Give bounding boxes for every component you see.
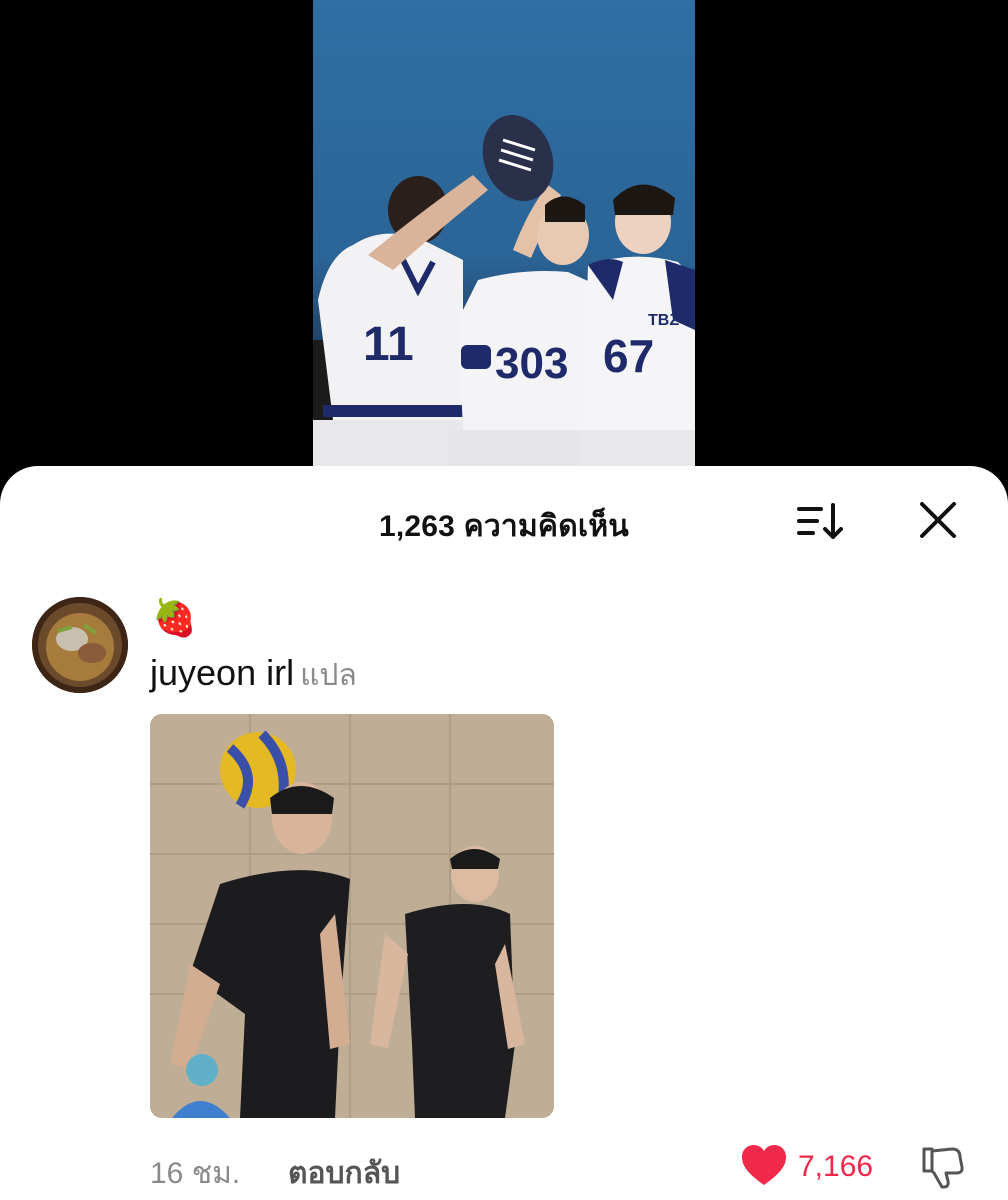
jersey-number-left: 11 [363, 318, 414, 371]
comments-count-title: 1,263 ความคิดเห็น [378, 510, 630, 543]
comment-user-line: juyeon irl แปล [150, 651, 357, 698]
close-icon[interactable] [916, 498, 960, 542]
heart-icon[interactable] [740, 1143, 788, 1189]
comment-emoji: 🍓 [152, 597, 197, 638]
comment-username[interactable]: juyeon irl [150, 652, 294, 693]
video-thumbnail: 11 303 67 TBZ [313, 115, 695, 470]
reply-button[interactable]: ตอบกลับ [288, 1150, 400, 1197]
video-player[interactable]: 11 303 67 TBZ [0, 0, 1008, 470]
like-count: 7,166 [798, 1150, 874, 1183]
comment-time: 16 ชม. [150, 1157, 241, 1190]
translate-link[interactable]: แปล [300, 659, 357, 692]
jersey-number-middle: 303 [495, 339, 568, 388]
avatar[interactable] [32, 597, 128, 693]
comment-image[interactable] [150, 714, 554, 1118]
jersey-number-right: 67 [603, 330, 654, 382]
jersey-tag: TBZ [648, 312, 679, 329]
sort-icon[interactable] [795, 501, 847, 541]
dislike-icon[interactable] [918, 1143, 966, 1191]
video-frame[interactable]: 11 303 67 TBZ [313, 0, 695, 470]
